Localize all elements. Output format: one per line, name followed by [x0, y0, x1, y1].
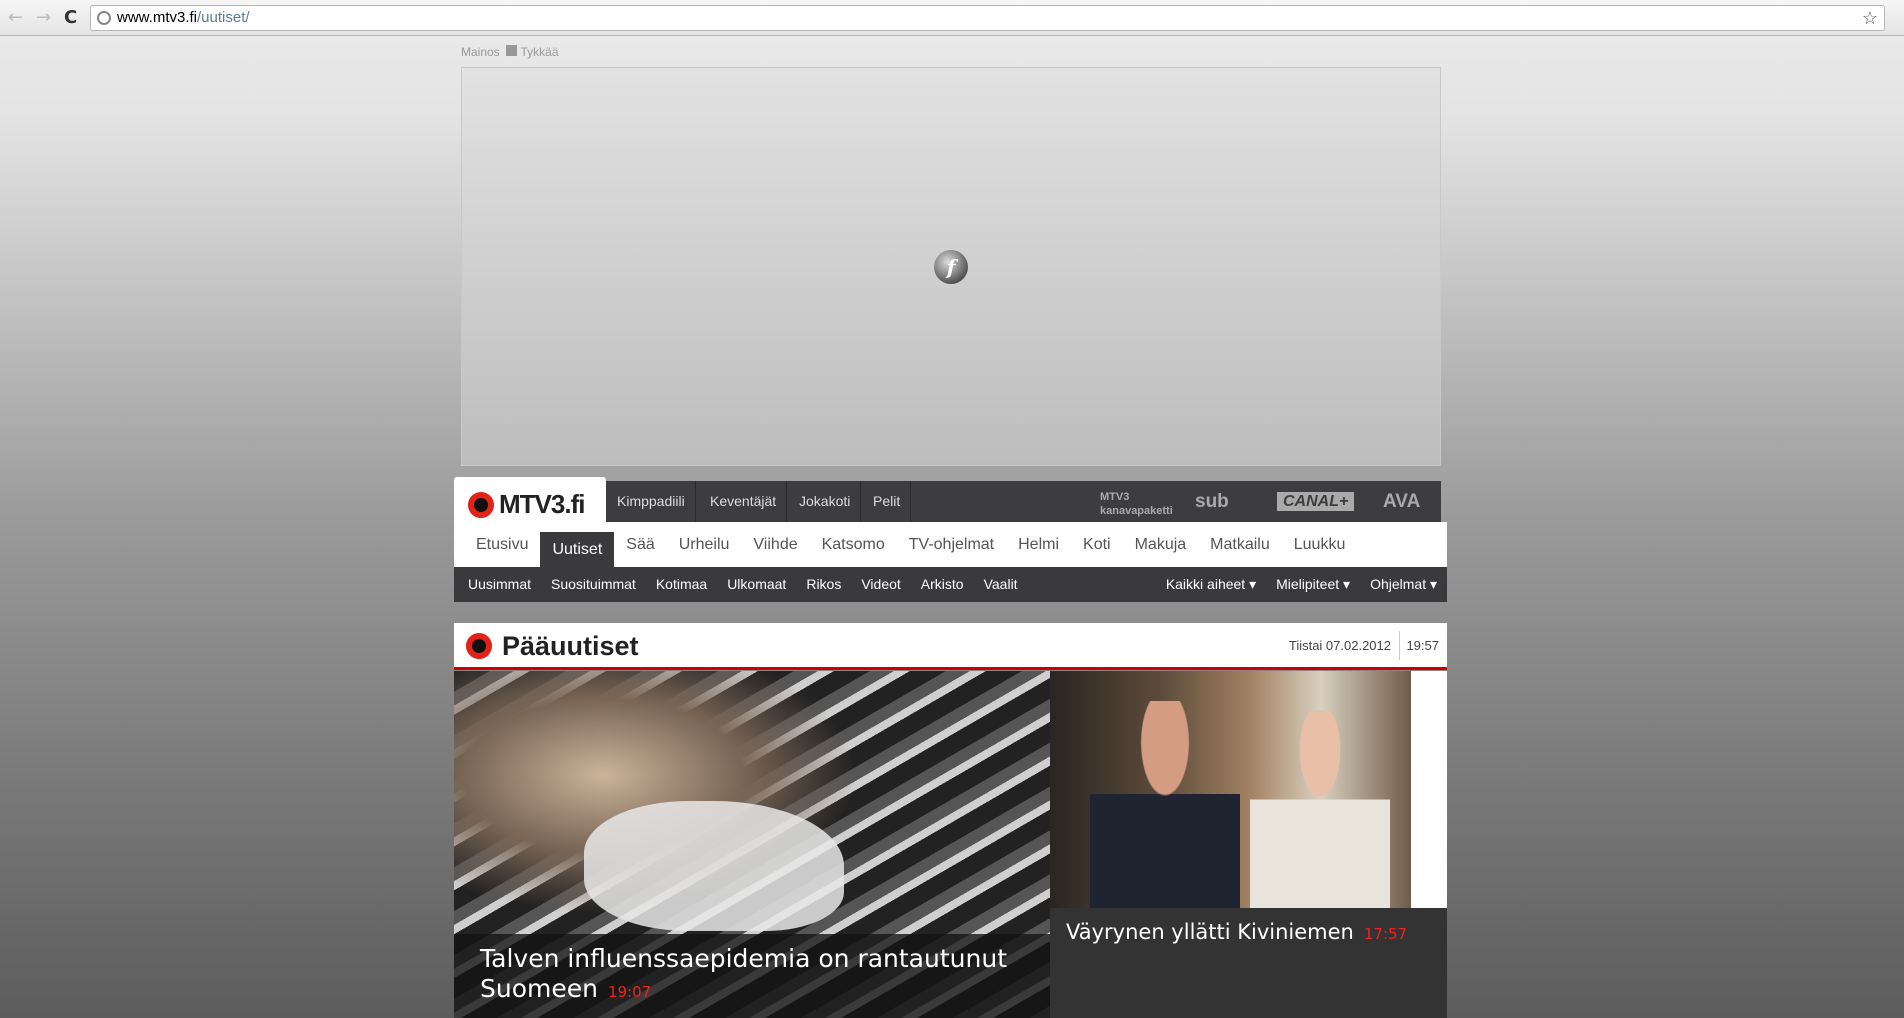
story-time: 17:57	[1363, 925, 1408, 943]
logo-tab[interactable]: MTV3.fi	[454, 477, 606, 527]
story-title[interactable]: Väyrynen yllätti Kiviniemen	[1066, 920, 1354, 944]
url-host: www.mtv3.fi	[117, 9, 198, 26]
channel-canal-plus[interactable]: CANAL+	[1277, 492, 1355, 511]
channel-sub[interactable]: sub	[1195, 481, 1229, 522]
forward-button[interactable]: →	[36, 7, 51, 28]
flash-plugin-icon[interactable]: f	[934, 250, 968, 284]
like-icon	[506, 45, 518, 56]
toplink-pelit[interactable]: Pelit	[863, 481, 912, 522]
story-title[interactable]: Talven influenssaepidemia on rantautunut…	[480, 944, 1007, 1003]
story-time: 19:07	[607, 983, 652, 1001]
nav-luukku[interactable]: Luukku	[1282, 522, 1358, 567]
subnav-arkisto[interactable]: Arkisto	[911, 567, 974, 602]
channel-ava[interactable]: AVA	[1383, 481, 1420, 522]
nav-saa[interactable]: Sää	[614, 522, 666, 567]
url-path: /uutiset/	[197, 9, 250, 26]
nav-tv-ohjelmat[interactable]: TV-ohjelmat	[897, 522, 1006, 567]
globe-icon	[97, 11, 111, 25]
current-date: Tiistai 07.02.2012	[1288, 638, 1391, 653]
mtv3-eye-icon	[468, 491, 494, 518]
back-button[interactable]: ←	[8, 7, 23, 28]
mtv3-eye-icon	[466, 633, 492, 659]
reload-button[interactable]: C	[64, 7, 77, 28]
subnav-vaalit[interactable]: Vaalit	[974, 567, 1028, 602]
current-time: 19:57	[1399, 631, 1439, 660]
nav-katsomo[interactable]: Katsomo	[810, 522, 897, 567]
bookmark-star-icon[interactable]: ☆	[1862, 6, 1878, 30]
column-gap	[1411, 671, 1447, 908]
main-nav: Etusivu Uutiset Sää Urheilu Viihde Katso…	[454, 522, 1447, 567]
nav-makuja[interactable]: Makuja	[1123, 522, 1199, 567]
section-title: Pääuutiset	[502, 631, 639, 661]
subnav-suosituimmat[interactable]: Suosituimmat	[541, 567, 646, 602]
dropdown-kaikki-aiheet[interactable]: Kaikki aiheet ▾	[1156, 567, 1266, 602]
person-figure	[1090, 701, 1240, 908]
logo-text: MTV3.fi	[499, 489, 585, 519]
nav-helmi[interactable]: Helmi	[1006, 522, 1071, 567]
browser-toolbar: ← → C www.mtv3.fi/uutiset/ ☆	[0, 0, 1904, 36]
toplink-jokakoti[interactable]: Jokakoti	[789, 481, 862, 522]
dropdown-mielipiteet[interactable]: Mielipiteet ▾	[1266, 567, 1360, 602]
story-image-vayrynen[interactable]	[1050, 671, 1411, 908]
mtv3-logo[interactable]: MTV3.fi	[468, 489, 585, 520]
ad-label-text: Mainos	[461, 45, 500, 59]
address-bar[interactable]: www.mtv3.fi/uutiset/ ☆	[90, 5, 1885, 31]
ad-label: Mainos Tykkää	[461, 45, 559, 59]
section-header: Pääuutiset Tiistai 07.02.2012 19:57	[454, 623, 1447, 670]
nav-etusivu[interactable]: Etusivu	[464, 522, 540, 567]
subnav-uusimmat[interactable]: Uusimmat	[458, 567, 541, 602]
story-image-flu[interactable]: Talven influenssaepidemia on rantautunut…	[454, 671, 1050, 1018]
sub-nav: Uusimmat Suosituimmat Kotimaa Ulkomaat R…	[454, 567, 1447, 602]
story-caption[interactable]: Talven influenssaepidemia on rantautunut…	[454, 934, 1050, 1018]
subnav-rikos[interactable]: Rikos	[796, 567, 851, 602]
tissue-shape	[584, 801, 844, 931]
nav-uutiset[interactable]: Uutiset	[540, 532, 615, 567]
nav-matkailu[interactable]: Matkailu	[1198, 522, 1282, 567]
story-caption[interactable]: Väyrynen yllätti Kiviniemen 17:57	[1050, 908, 1447, 1018]
subnav-videot[interactable]: Videot	[851, 567, 910, 602]
nav-koti[interactable]: Koti	[1071, 522, 1123, 567]
toplink-kimppadiili[interactable]: Kimppadiili	[607, 481, 696, 522]
person-figure	[1250, 711, 1390, 908]
nav-urheilu[interactable]: Urheilu	[667, 522, 742, 567]
subnav-ulkomaat[interactable]: Ulkomaat	[717, 567, 796, 602]
dropdown-ohjelmat[interactable]: Ohjelmat ▾	[1360, 567, 1447, 602]
like-button[interactable]: Tykkää	[520, 45, 558, 59]
toplink-keventajat[interactable]: Keventäjät	[700, 481, 788, 522]
nav-viihde[interactable]: Viihde	[741, 522, 809, 567]
subnav-kotimaa[interactable]: Kotimaa	[646, 567, 717, 602]
